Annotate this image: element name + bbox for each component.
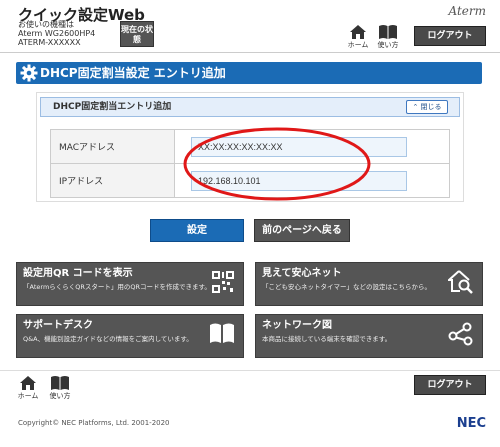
home-label: ホーム	[347, 41, 369, 49]
footer-logout-button[interactable]: ログアウト	[414, 375, 486, 395]
ip-cell	[174, 163, 450, 198]
help-button[interactable]: 使い方	[374, 24, 402, 50]
logout-button[interactable]: ログアウト	[414, 26, 486, 46]
table-row: IPアドレス	[50, 163, 450, 198]
gear-icon	[20, 64, 38, 82]
header-divider	[0, 52, 500, 53]
tile-title: 設定用QR コードを表示	[23, 268, 133, 279]
page-title: DHCP固定割当設定 エントリ追加	[16, 62, 482, 84]
tile-desc: 「こども安心ネットタイマー」などの設定はこちらから。	[262, 283, 431, 291]
entry-table: MACアドレス IPアドレス	[50, 129, 450, 198]
help-label: 使い方	[49, 392, 71, 400]
copyright-text: Copyright© NEC Platforms, Ltd. 2001-2020	[18, 419, 170, 427]
footer-divider	[0, 370, 500, 371]
book-icon	[51, 376, 69, 390]
home-search-icon	[448, 270, 473, 294]
home-icon	[20, 376, 36, 390]
book-icon	[379, 25, 397, 39]
device-name: ATERM-XXXXXX	[18, 38, 81, 47]
tile-desc: Q&A、機能別設定ガイドなどの情報をご案内しています。	[23, 335, 193, 343]
mieteanshin-tile[interactable]: 見えて安心ネット 「こども安心ネットタイマー」などの設定はこちらから。	[255, 262, 483, 306]
chevron-up-icon: ⌃	[412, 103, 419, 111]
home-icon	[350, 25, 366, 39]
network-map-tile[interactable]: ネットワーク図 本商品に接続している端末を確認できます。	[255, 314, 483, 358]
tile-title: ネットワーク図	[262, 320, 332, 331]
tile-title: サポートデスク	[23, 320, 93, 331]
device-model: Aterm WG2600HP4	[18, 29, 96, 38]
qr-code-tile[interactable]: 設定用QR コードを表示 「AtermらくらくQRスタート」用のQRコードを作成…	[16, 262, 244, 306]
mac-address-input[interactable]	[191, 136, 407, 157]
footer-help-button[interactable]: 使い方	[46, 375, 74, 401]
ip-label: IPアドレス	[50, 163, 175, 198]
section-title: DHCP固定割当エントリ追加	[40, 97, 460, 117]
home-label: ホーム	[17, 392, 39, 400]
tile-desc: 「AtermらくらくQRスタート」用のQRコードを作成できます。	[23, 283, 211, 291]
help-label: 使い方	[377, 41, 399, 49]
home-button[interactable]: ホーム	[344, 24, 372, 50]
mac-label: MACアドレス	[50, 129, 175, 164]
status-button[interactable]: 現在の状態	[120, 21, 154, 47]
device-label: お使いの機種は	[18, 20, 74, 29]
tile-title: 見えて安心ネット	[262, 268, 342, 279]
brand-logo: Aterm	[448, 4, 487, 18]
qr-code-icon	[212, 271, 234, 293]
footer-home-button[interactable]: ホーム	[14, 375, 42, 401]
tile-desc: 本商品に接続している端末を確認できます。	[262, 335, 392, 343]
network-icon	[448, 322, 473, 346]
ip-address-input[interactable]	[191, 170, 407, 191]
close-label: 閉じる	[420, 103, 442, 111]
book-icon	[210, 323, 234, 343]
table-row: MACアドレス	[50, 129, 450, 164]
mac-cell	[174, 129, 450, 164]
set-button[interactable]: 設定	[150, 219, 244, 242]
support-desk-tile[interactable]: サポートデスク Q&A、機能別設定ガイドなどの情報をご案内しています。	[16, 314, 244, 358]
back-button[interactable]: 前のページへ戻る	[254, 219, 350, 242]
close-button[interactable]: ⌃ 閉じる	[406, 100, 448, 114]
nec-logo: NEC	[456, 416, 486, 431]
